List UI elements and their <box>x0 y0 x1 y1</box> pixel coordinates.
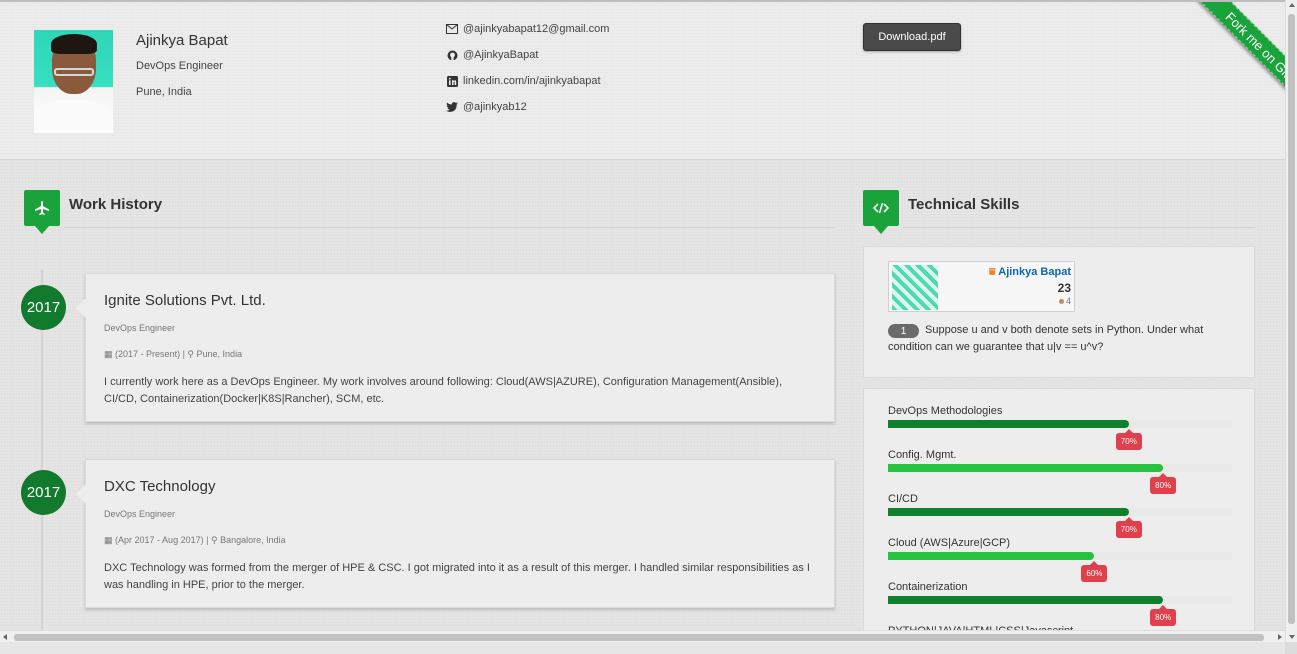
skill-bar: DevOps Methodologies 70% <box>888 405 1232 450</box>
job-role: DevOps Engineer <box>104 509 176 519</box>
contact-email-text[interactable]: @ajinkyabapat12@gmail.com <box>463 23 609 35</box>
stackoverflow-flair[interactable]: ⩸ Ajinkya Bapat 23 4 <box>888 261 1075 312</box>
skills-panel: DevOps Methodologies 70% Config. Mgmt. 80% C… <box>863 388 1255 642</box>
bronze-count: 4 <box>1065 296 1071 306</box>
envelope-icon <box>446 23 458 35</box>
skill-track: 80% <box>888 596 1232 626</box>
contact-linkedin-text[interactable]: linkedin.com/in/ajinkyabapat <box>463 75 601 87</box>
job-card: DXC Technology DevOps Engineer ▦ (Apr 20… <box>76 459 835 608</box>
skill-track: 80% <box>888 464 1232 494</box>
skill-fill <box>888 552 1095 560</box>
technical-skills-heading: Technical Skills <box>908 196 1020 213</box>
contact-twitter-text[interactable]: @ajinkyab12 <box>463 101 527 113</box>
job-meta: ▦ (Apr 2017 - Aug 2017) | ⚲ Bangalore, I… <box>104 535 816 546</box>
skill-fill <box>888 596 1164 604</box>
skill-track: 70% <box>888 420 1232 450</box>
year-badge: 2017 <box>21 470 66 515</box>
stackoverflow-panel: ⩸ Ajinkya Bapat 23 4 Suppose u and v bot… <box>863 246 1255 378</box>
skill-label: Cloud (AWS|Azure|GCP) <box>888 537 1011 549</box>
scroll-down-arrow-icon[interactable] <box>1289 635 1295 639</box>
skill-bar: Config. Mgmt. 80% <box>888 449 1232 494</box>
skill-fill <box>888 508 1129 516</box>
skill-percent-tag: 70% <box>1115 517 1142 538</box>
skill-bar: Containerization 80% <box>888 581 1232 626</box>
work-history-heading: Work History <box>69 196 163 213</box>
profile-name: Ajinkya Bapat <box>136 32 228 49</box>
scroll-left-arrow-icon[interactable] <box>3 634 7 640</box>
job-location: Bangalore, India <box>220 535 286 545</box>
skill-label: Containerization <box>888 581 968 593</box>
github-ribbon[interactable]: Fork me on GitHub <box>1135 2 1285 152</box>
skill-percent-tag: 80% <box>1150 605 1177 626</box>
job-description: I currently work here as a DevOps Engine… <box>104 376 783 405</box>
scroll-right-arrow-icon[interactable] <box>1278 634 1282 640</box>
stackoverflow-question[interactable]: Suppose u and v both denote sets in Pyth… <box>888 322 1238 356</box>
skill-label: Config. Mgmt. <box>888 449 957 461</box>
skill-track: 60% <box>888 552 1232 582</box>
stackoverflow-bronze-badges: 4 <box>1058 296 1071 306</box>
skill-bar: Cloud (AWS|Azure|GCP) 60% <box>888 537 1232 582</box>
scroll-up-arrow-icon[interactable] <box>1289 3 1295 7</box>
map-marker-icon: ⚲ <box>187 349 195 359</box>
contact-github-text[interactable]: @AjinkyaBapat <box>463 49 538 61</box>
skill-fill <box>888 420 1129 428</box>
stackoverflow-username[interactable]: Ajinkya Bapat <box>998 266 1071 278</box>
skill-label: CI/CD <box>888 493 918 505</box>
work-history-divider <box>64 227 835 228</box>
profile-title: DevOps Engineer <box>136 60 223 72</box>
skill-percent-tag: 60% <box>1081 561 1108 582</box>
map-marker-icon: ⚲ <box>210 535 218 545</box>
stackoverflow-reputation: 23 <box>1057 281 1071 295</box>
job-role: DevOps Engineer <box>104 323 176 333</box>
answer-count-badge: 1 <box>888 324 919 338</box>
technical-skills-divider <box>903 227 1255 228</box>
profile-photo <box>34 30 113 133</box>
fork-me-ribbon-label[interactable]: Fork me on GitHub <box>1188 2 1285 132</box>
job-meta: ▦ (2017 - Present) | ⚲ Pune, India <box>104 349 816 360</box>
contact-twitter[interactable]: @ajinkyab12 <box>446 101 527 113</box>
stackoverflow-user[interactable]: ⩸ Ajinkya Bapat <box>989 266 1071 279</box>
job-period: (2017 - Present) <box>115 349 181 359</box>
scrollbar-corner <box>1285 642 1297 654</box>
twitter-icon <box>446 101 458 113</box>
calendar-icon: ▦ <box>104 535 113 545</box>
skill-fill <box>888 464 1164 472</box>
resume-page: Ajinkya Bapat DevOps Engineer Pune, Indi… <box>0 0 1285 642</box>
horizontal-scrollbar[interactable] <box>0 630 1285 642</box>
airplane-icon <box>24 190 60 234</box>
job-company: Ignite Solutions Pvt. Ltd. <box>104 292 266 309</box>
job-company: DXC Technology <box>104 478 216 495</box>
skill-percent-tag: 80% <box>1150 473 1177 494</box>
bronze-badge-icon <box>1058 299 1064 305</box>
github-icon <box>446 49 458 61</box>
skill-label: DevOps Methodologies <box>888 405 1003 417</box>
download-pdf-button[interactable]: Download.pdf <box>863 23 961 51</box>
skill-bar: CI/CD 70% <box>888 493 1232 538</box>
job-card: Ignite Solutions Pvt. Ltd. DevOps Engine… <box>76 273 835 422</box>
job-description: DXC Technology was formed from the merge… <box>104 562 810 591</box>
calendar-icon: ▦ <box>104 349 113 359</box>
job-location: Pune, India <box>196 349 243 359</box>
code-icon <box>863 190 899 234</box>
horizontal-scroll-thumb[interactable] <box>14 634 1264 641</box>
year-badge: 2017 <box>21 285 66 330</box>
stackoverflow-icon: ⩸ <box>988 266 996 278</box>
identicon-avatar <box>892 265 938 310</box>
contact-github[interactable]: @AjinkyaBapat <box>446 49 538 61</box>
profile-location: Pune, India <box>136 86 192 98</box>
profile-header: Ajinkya Bapat DevOps Engineer Pune, Indi… <box>0 0 1285 160</box>
job-period: (Apr 2017 - Aug 2017) <box>115 535 204 545</box>
vertical-scrollbar[interactable] <box>1285 0 1297 642</box>
vertical-scroll-thumb[interactable] <box>1288 14 1295 624</box>
skill-percent-tag: 70% <box>1115 429 1142 450</box>
skill-track: 70% <box>888 508 1232 538</box>
contact-email[interactable]: @ajinkyabapat12@gmail.com <box>446 23 609 35</box>
contact-linkedin[interactable]: linkedin.com/in/ajinkyabapat <box>446 75 601 87</box>
linkedin-icon <box>446 75 458 87</box>
